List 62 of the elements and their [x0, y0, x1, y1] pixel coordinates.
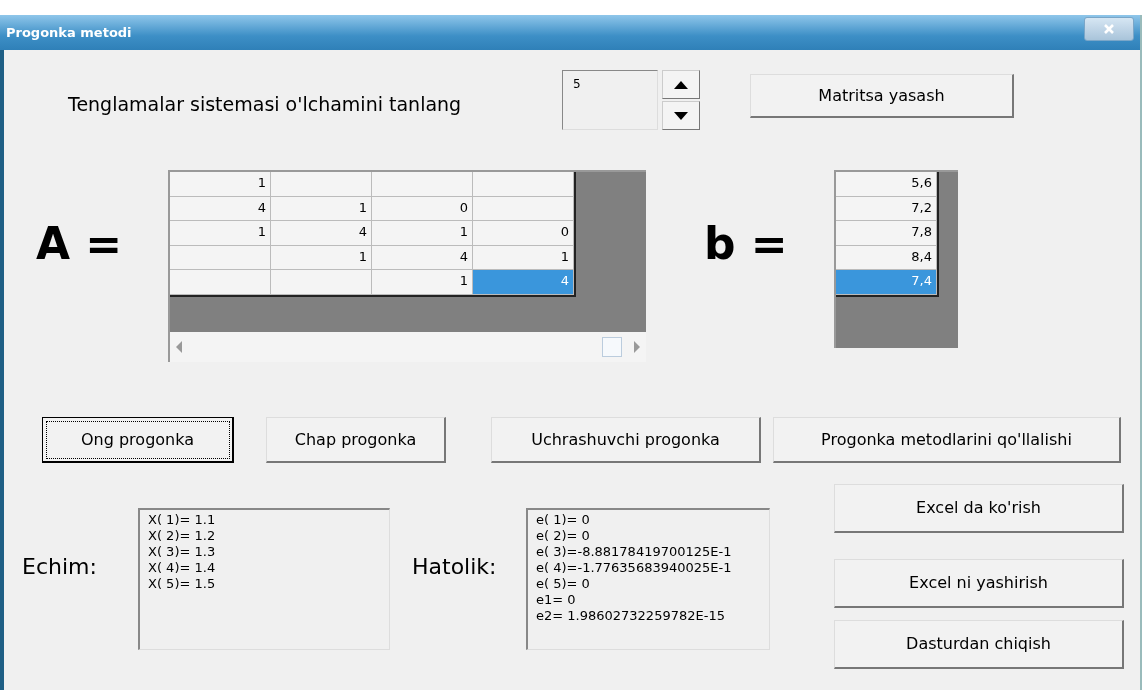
grid-cell[interactable]: 1	[170, 221, 271, 246]
grid-cell[interactable]: 1	[372, 270, 473, 295]
close-button[interactable]	[1084, 16, 1134, 41]
list-item: X( 5)= 1.5	[148, 576, 217, 592]
grid-cell[interactable]	[372, 172, 473, 197]
method-button[interactable]: Uchrashuvchi progonka	[491, 417, 761, 463]
solution-label: Echim:	[22, 554, 97, 579]
close-icon	[1103, 22, 1115, 35]
size-label: Tenglamalar sistemasi o'lchamini tanlang	[68, 92, 463, 117]
grid-cell[interactable]: 8,4	[836, 245, 937, 270]
grid-cell[interactable]: 1	[170, 172, 271, 197]
grid-cell[interactable]	[170, 245, 271, 270]
grid-cell[interactable]: 7,2	[836, 196, 937, 221]
right-arrow-icon[interactable]	[634, 341, 640, 353]
method-button[interactable]: Ong progonka	[42, 417, 234, 463]
list-item: e( 4)=-1.77635683940025E-1	[536, 560, 733, 576]
list-item: e( 1)= 0	[536, 512, 591, 528]
list-item: e1= 0	[536, 592, 577, 608]
grid-cell[interactable]: 1	[271, 245, 372, 270]
grid-cell[interactable]: 4	[271, 221, 372, 246]
down-arrow-icon	[674, 111, 688, 120]
grid-cell[interactable]: 1	[271, 196, 372, 221]
grid-cell[interactable]: 4	[170, 196, 271, 221]
up-arrow-icon	[674, 80, 688, 89]
spin-up-button[interactable]	[662, 70, 700, 99]
grid-cell[interactable]	[473, 196, 574, 221]
grid-cell[interactable]	[170, 270, 271, 295]
grid-cell[interactable]: 0	[473, 221, 574, 246]
method-button[interactable]: Chap progonka	[266, 417, 446, 463]
list-item: e( 3)=-8.88178419700125E-1	[536, 544, 733, 560]
list-item: X( 4)= 1.4	[148, 560, 217, 576]
action-button[interactable]: Dasturdan chiqish	[834, 620, 1124, 669]
vector-b-label: b =	[704, 218, 788, 269]
size-field[interactable]: 5	[562, 70, 658, 130]
grid-cell[interactable]: 0	[372, 196, 473, 221]
action-button[interactable]: Excel ni yashirish	[834, 559, 1124, 608]
method-button[interactable]: Progonka metodlarini qo'llalishi	[773, 417, 1121, 463]
build-matrix-button[interactable]: Matritsa yasash	[750, 74, 1014, 118]
list-item: e( 2)= 0	[536, 528, 591, 544]
list-item: X( 1)= 1.1	[148, 512, 217, 528]
scroll-thumb[interactable]	[602, 337, 622, 357]
action-button[interactable]: Excel da ko'rish	[834, 484, 1124, 533]
left-arrow-icon[interactable]	[176, 341, 182, 353]
window-title: Progonka metodi	[6, 25, 132, 40]
solution-list[interactable]: X( 1)= 1.1 X( 2)= 1.2 X( 3)= 1.3 X( 4)= 1.4 X( 5)= 1.5	[138, 508, 390, 650]
error-label: Hatolik:	[412, 554, 497, 579]
list-item: X( 2)= 1.2	[148, 528, 217, 544]
grid-cell[interactable]	[271, 270, 372, 295]
grid-cell[interactable]: 1	[372, 221, 473, 246]
grid-cell[interactable]	[271, 172, 372, 197]
list-item: e( 5)= 0	[536, 576, 591, 592]
grid-cell[interactable]: 1	[473, 245, 574, 270]
scrollbar[interactable]	[170, 332, 646, 362]
spin-down-button[interactable]	[662, 101, 700, 130]
grid-cell[interactable]: 7,8	[836, 221, 937, 246]
error-list[interactable]: e( 1)= 0 e( 2)= 0 e( 3)=-8.88178419700125E-1 e( 4)=-1.77635683940025E-1 e( 5)= 0 e1= 0 e2= 1.98602732259782E-15	[526, 508, 770, 650]
grid-cell[interactable]	[473, 172, 574, 197]
list-item: X( 3)= 1.3	[148, 544, 217, 560]
matrix-a-label: A =	[36, 218, 123, 269]
list-item: e2= 1.98602732259782E-15	[536, 608, 726, 624]
grid-cell[interactable]: 5,6	[836, 172, 937, 197]
grid-cell[interactable]: 4	[372, 245, 473, 270]
